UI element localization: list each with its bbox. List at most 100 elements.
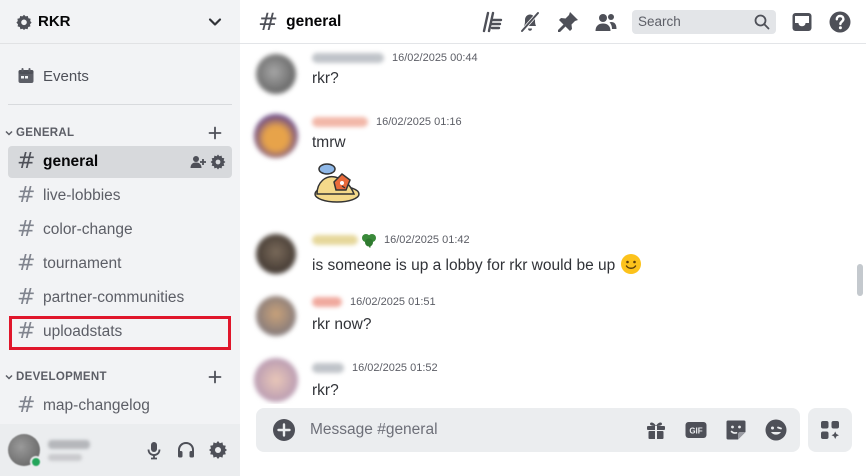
message-item: 16/02/2025 01:42 is someone is up a lobb… <box>256 232 846 288</box>
hash-icon: # <box>17 149 36 174</box>
search-icon <box>754 14 770 29</box>
events-label: Events <box>43 67 89 85</box>
settings-gear-icon[interactable] <box>208 440 228 460</box>
emoji-icon[interactable] <box>764 418 788 442</box>
notification-muted-icon[interactable] <box>518 10 542 34</box>
channel-item-partner-communities[interactable]: # partner-communities <box>8 282 232 314</box>
avatar[interactable] <box>256 296 296 336</box>
message-text-content: is someone is up a lobby for rkr would b… <box>312 257 616 274</box>
apps-icon <box>821 421 839 439</box>
server-header[interactable]: RKR <box>0 0 240 44</box>
message-timestamp: 16/02/2025 00:44 <box>392 52 478 64</box>
microphone-icon[interactable] <box>144 440 164 460</box>
channel-label: uploadstats <box>43 323 123 340</box>
hash-icon: # <box>17 251 36 276</box>
message-composer[interactable]: Message #general GIF <box>256 408 800 452</box>
channel-item-general[interactable]: # general <box>8 146 232 178</box>
avatar[interactable] <box>254 358 298 402</box>
slight-smile-emoji-icon <box>620 254 641 274</box>
gift-icon[interactable] <box>644 418 668 442</box>
events-item[interactable]: Events <box>8 62 232 90</box>
category-development[interactable]: DEVELOPMENT <box>0 367 240 387</box>
invite-user-icon[interactable] <box>190 154 206 170</box>
channel-label: general <box>43 153 99 170</box>
blurred-username[interactable] <box>312 235 358 245</box>
server-badge-icon <box>16 14 32 30</box>
scrollbar-thumb[interactable] <box>857 264 863 296</box>
channel-sidebar: RKR Events GENERAL # general # live-lobb… <box>0 0 240 476</box>
category-label: DEVELOPMENT <box>16 371 107 383</box>
inbox-icon[interactable] <box>790 10 814 34</box>
message-item: 16/02/2025 01:16 tmrw <box>254 114 846 216</box>
clover-badge-icon <box>362 234 376 248</box>
message-item: 16/02/2025 00:44 rkr? <box>256 52 846 108</box>
blurred-username[interactable] <box>312 363 344 373</box>
hash-icon: # <box>17 393 36 418</box>
headphones-icon[interactable] <box>176 440 196 460</box>
chat-area: # general Search 16/02/2025 00:44 rkr? 1… <box>240 0 866 476</box>
avatar[interactable] <box>256 54 296 94</box>
channel-item-uploadstats[interactable]: # uploadstats <box>8 316 232 348</box>
search-placeholder: Search <box>638 14 681 29</box>
hash-icon: # <box>17 217 36 242</box>
message-text: tmrw <box>312 134 346 151</box>
channel-label: partner-communities <box>43 289 185 306</box>
channel-label: tournament <box>43 255 122 272</box>
hash-icon: # <box>17 319 36 344</box>
pin-icon[interactable] <box>556 10 580 34</box>
message-text: rkr? <box>312 382 339 399</box>
sticker-icon[interactable] <box>724 418 748 442</box>
avatar[interactable] <box>256 234 296 274</box>
gif-icon[interactable]: GIF <box>684 418 708 442</box>
online-status-dot <box>30 456 42 468</box>
avatar[interactable] <box>254 114 298 158</box>
message-timestamp: 16/02/2025 01:52 <box>352 362 438 374</box>
sticker-image[interactable] <box>312 160 362 204</box>
channel-item-map-changelog[interactable]: # map-changelog <box>8 390 232 422</box>
channel-item-color-change[interactable]: # color-change <box>8 214 232 246</box>
hash-icon: # <box>17 183 36 208</box>
avatar[interactable] <box>8 434 42 468</box>
message-text: is someone is up a lobby for rkr would b… <box>312 253 642 275</box>
message-text: rkr? <box>312 70 339 87</box>
search-input[interactable]: Search <box>632 9 776 34</box>
blurred-username[interactable] <box>312 117 368 127</box>
server-name: RKR <box>38 13 71 30</box>
blurred-user-status <box>48 453 82 461</box>
hash-icon: # <box>17 285 36 310</box>
message-item: 16/02/2025 01:52 rkr? <box>254 358 846 404</box>
channel-header: # general Search <box>240 0 866 44</box>
blurred-username[interactable] <box>312 297 342 307</box>
chevron-down-icon <box>5 374 13 380</box>
message-timestamp: 16/02/2025 01:16 <box>376 116 462 128</box>
user-panel <box>0 424 240 476</box>
category-general[interactable]: GENERAL <box>0 123 240 143</box>
channel-item-live-lobbies[interactable]: # live-lobbies <box>8 180 232 212</box>
add-attachment-icon[interactable] <box>272 418 296 442</box>
message-item: 16/02/2025 01:51 rkr now? <box>256 294 846 350</box>
member-list-icon[interactable] <box>594 10 618 34</box>
blurred-username[interactable] <box>312 53 384 63</box>
category-label: GENERAL <box>16 127 75 139</box>
user-info[interactable] <box>48 439 144 461</box>
channel-label: color-change <box>43 221 133 238</box>
add-channel-icon[interactable] <box>208 370 222 384</box>
add-channel-icon[interactable] <box>208 126 222 140</box>
channel-label: live-lobbies <box>43 187 121 204</box>
message-timestamp: 16/02/2025 01:42 <box>384 234 470 246</box>
threads-icon[interactable] <box>480 10 504 34</box>
message-input-placeholder: Message #general <box>310 421 438 438</box>
message-timestamp: 16/02/2025 01:51 <box>350 296 436 308</box>
calendar-icon <box>18 68 34 83</box>
channel-item-tournament[interactable]: # tournament <box>8 248 232 280</box>
channel-label: map-changelog <box>43 397 150 414</box>
chevron-down-icon[interactable] <box>206 13 224 31</box>
chevron-down-icon <box>5 130 13 136</box>
message-text: rkr now? <box>312 316 372 333</box>
gif-label: GIF <box>689 427 702 436</box>
message-list: 16/02/2025 00:44 rkr? 16/02/2025 01:16 t… <box>240 44 866 404</box>
help-icon[interactable] <box>828 10 852 34</box>
gear-icon[interactable] <box>210 154 226 170</box>
blurred-username <box>48 439 90 449</box>
apps-button[interactable] <box>808 408 852 452</box>
